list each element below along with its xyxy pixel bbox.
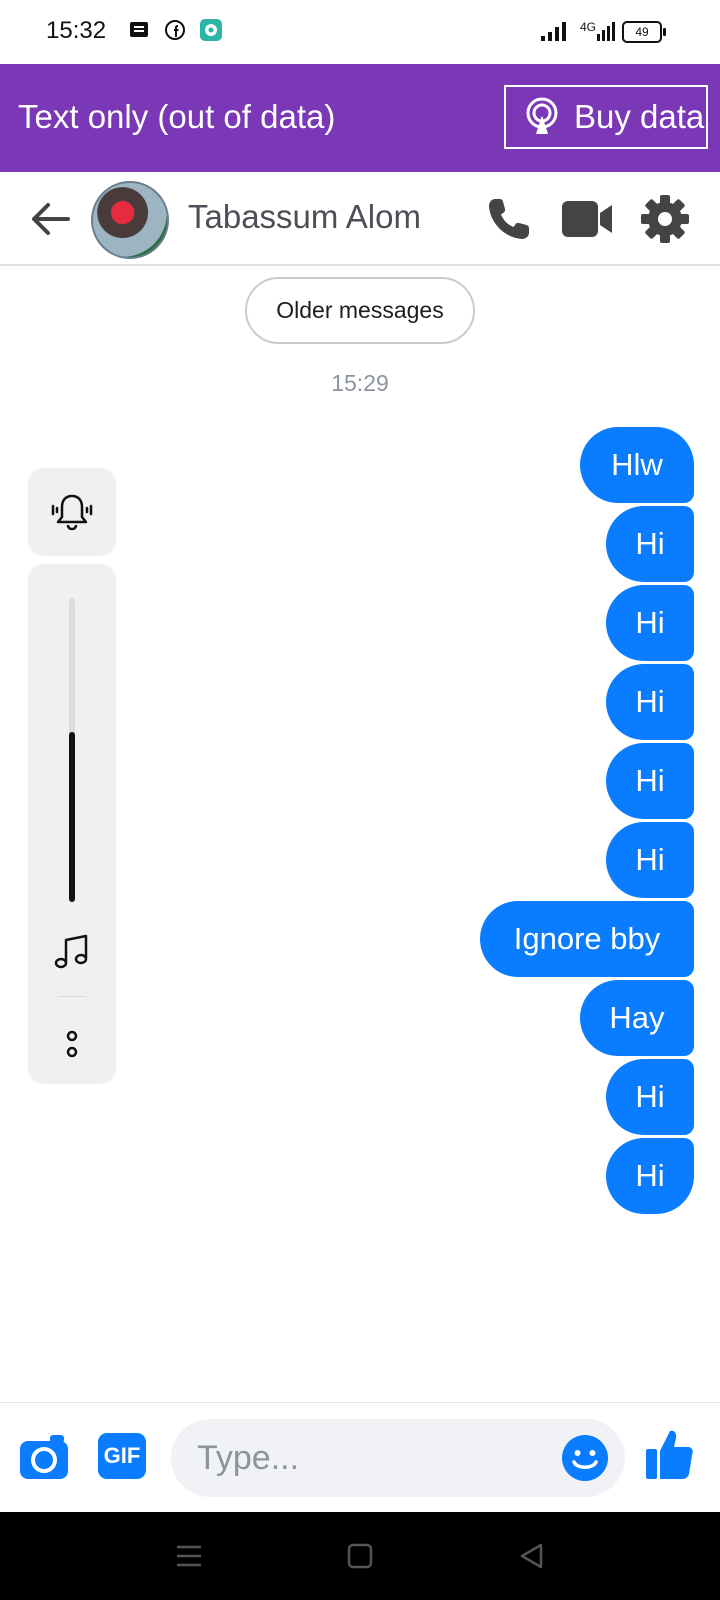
message-bubble[interactable]: Hi	[606, 506, 694, 582]
panel-divider	[58, 996, 86, 997]
navigation-bar	[0, 1512, 720, 1600]
buy-data-button[interactable]: Buy data	[504, 85, 708, 149]
message-bubble[interactable]: Hi	[606, 822, 694, 898]
gif-button[interactable]: GIF	[98, 1433, 146, 1479]
message-bubble[interactable]: Hi	[606, 1059, 694, 1135]
buy-data-label: Buy data	[574, 98, 705, 135]
settings-button[interactable]	[638, 192, 692, 246]
gear-icon	[641, 195, 689, 243]
message-bubble[interactable]: Hi	[606, 743, 694, 819]
menu-icon[interactable]	[173, 1540, 205, 1572]
video-call-button[interactable]	[560, 192, 614, 246]
message-bubble[interactable]: Ignore bby	[480, 901, 694, 977]
ringer-mode-button[interactable]	[28, 468, 116, 556]
volume-panel	[28, 564, 116, 1084]
volume-slider[interactable]	[69, 598, 75, 902]
home-icon[interactable]	[344, 1540, 376, 1572]
message-timestamp: 15:29	[331, 370, 389, 396]
emoji-icon[interactable]	[561, 1434, 609, 1482]
avatar[interactable]	[91, 181, 169, 259]
bell-icon	[51, 494, 93, 531]
facebook-notification-icon	[165, 20, 185, 40]
notification-icons	[128, 19, 222, 41]
battery-level: 49	[635, 25, 649, 39]
thumbs-up-icon[interactable]	[644, 1427, 694, 1481]
data-banner: Text only (out of data) Buy data	[0, 64, 720, 172]
chat-header: Tabassum Alom	[0, 172, 720, 266]
signal-icon	[541, 22, 566, 41]
older-messages-button[interactable]: Older messages	[245, 277, 475, 344]
contact-name[interactable]: Tabassum Alom	[188, 198, 421, 236]
broadcast-icon	[526, 97, 558, 134]
back-icon[interactable]	[516, 1540, 548, 1572]
music-note-icon[interactable]	[52, 932, 92, 972]
more-dots-icon[interactable]	[62, 1026, 82, 1062]
banner-text: Text only (out of data)	[18, 98, 336, 135]
gif-icon: GIF	[103, 1443, 141, 1468]
message-input[interactable]	[171, 1419, 625, 1497]
signal-4g-icon	[597, 22, 615, 41]
call-button[interactable]	[482, 192, 536, 246]
battery-indicator: 49	[622, 21, 666, 43]
video-camera-icon	[562, 201, 612, 237]
camera-icon[interactable]	[18, 1431, 70, 1483]
status-bar: 15:32 4G 49	[0, 0, 720, 64]
messenger-lite-notification-icon	[200, 19, 222, 41]
message-bubble[interactable]: Hi	[606, 585, 694, 661]
message-bubble[interactable]: Hlw	[580, 427, 694, 503]
phone-icon	[489, 199, 529, 239]
message-bubble[interactable]: Hay	[580, 980, 694, 1056]
message-bubble[interactable]: Hi	[606, 664, 694, 740]
network-type: 4G	[580, 20, 597, 34]
back-arrow-icon[interactable]	[28, 197, 72, 241]
message-bubble[interactable]: Hi	[606, 1138, 694, 1214]
status-time: 15:32	[46, 17, 107, 44]
volume-level-fill	[69, 731, 75, 902]
composer-bar: GIF	[0, 1402, 720, 1513]
message-notification-icon	[130, 22, 148, 37]
